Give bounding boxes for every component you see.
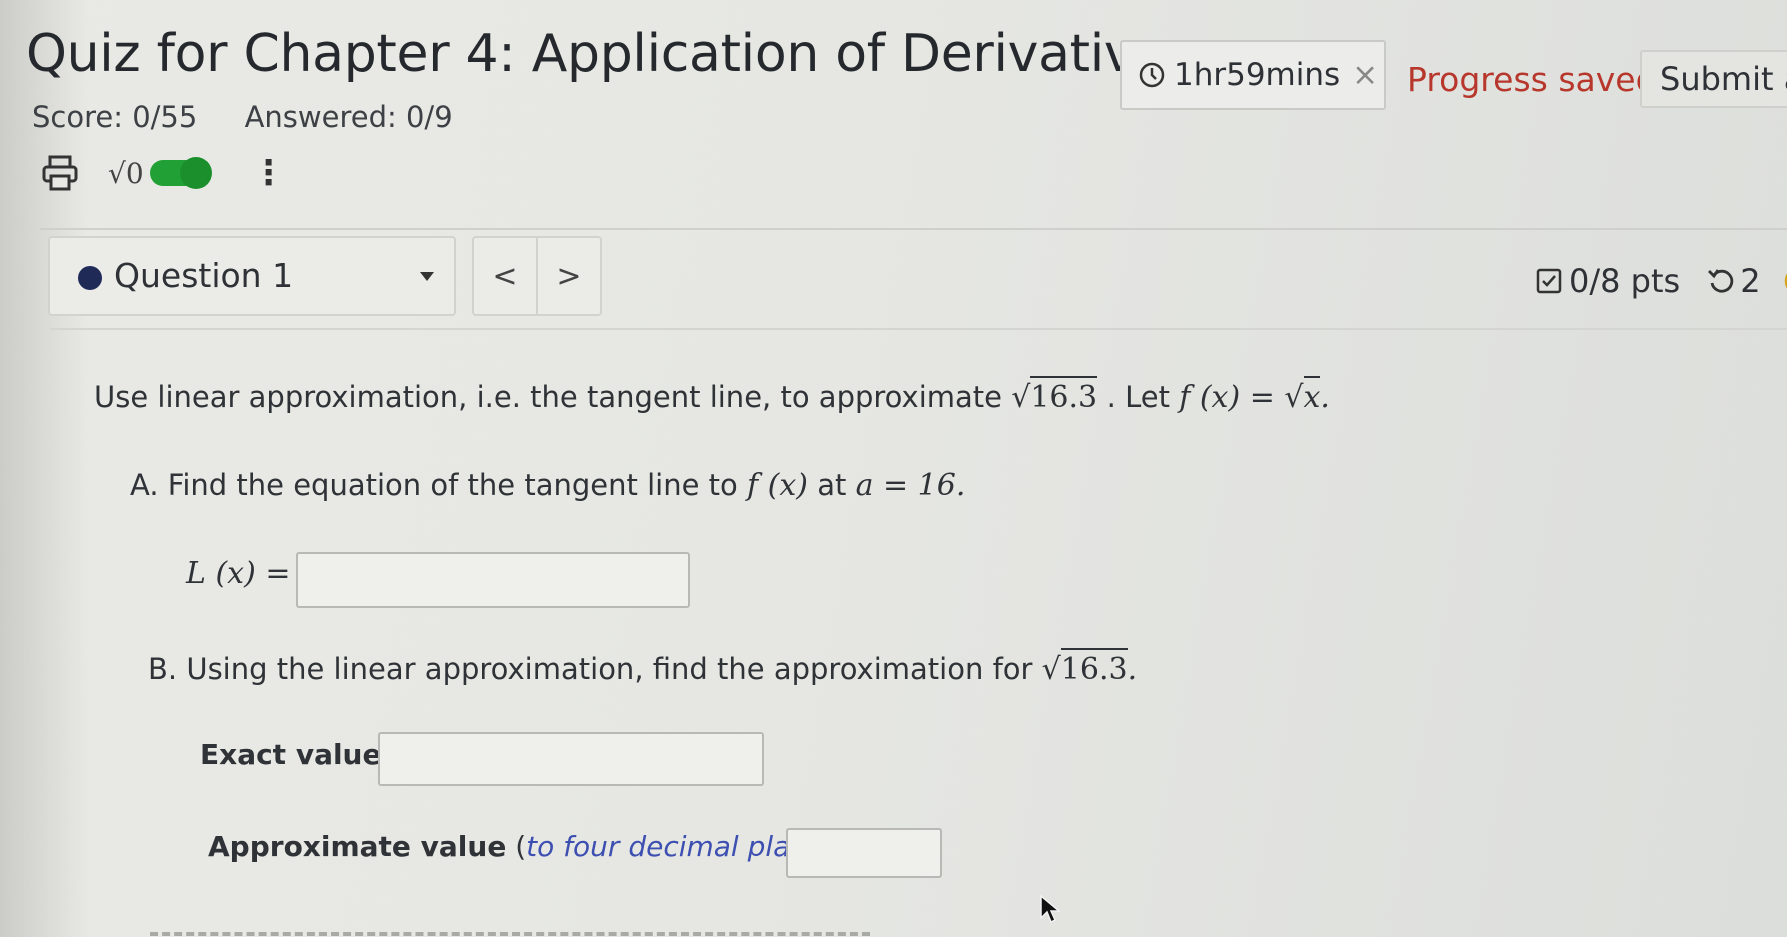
part-a-text: A. Find the equation of the tangent line… bbox=[130, 468, 965, 503]
approximate-value-input[interactable] bbox=[786, 828, 942, 878]
lx-label: L (x) = bbox=[186, 556, 290, 591]
question-nav-buttons: < > bbox=[472, 236, 602, 316]
part-b-description: Using the linear approximation, find the… bbox=[186, 652, 1033, 686]
clock-icon bbox=[1139, 62, 1165, 88]
submit-button[interactable]: Submit a bbox=[1640, 50, 1787, 108]
chevron-down-icon bbox=[420, 272, 434, 281]
math-mode-toggle[interactable]: √0 bbox=[108, 156, 212, 190]
cursor-icon bbox=[1040, 894, 1062, 924]
toggle-switch[interactable] bbox=[149, 157, 212, 189]
retries-count: 2 bbox=[1740, 262, 1761, 300]
page-title: Quiz for Chapter 4: Application of Deriv… bbox=[26, 24, 1193, 84]
approx-note-open: ( bbox=[506, 830, 527, 863]
approximate-value-label: Approximate value (to four decimal place… bbox=[208, 830, 858, 863]
part-b-end: . bbox=[1127, 652, 1138, 687]
sqrt-expression: √16.3 bbox=[1011, 376, 1106, 415]
question-status-dot bbox=[78, 266, 102, 290]
next-question-button[interactable]: > bbox=[536, 238, 600, 314]
progress-status: Progress saved bbox=[1407, 60, 1657, 99]
question-selector[interactable]: Question 1 bbox=[48, 236, 456, 316]
prompt-let: . Let bbox=[1106, 380, 1170, 414]
printer-icon[interactable] bbox=[40, 153, 80, 193]
part-a-point: a = 16. bbox=[855, 468, 966, 503]
approximate-value-title: Approximate value bbox=[208, 830, 507, 863]
question-points: 0/8 pts 2 bbox=[1535, 262, 1787, 300]
sqrt-icon: √0 bbox=[108, 156, 144, 190]
part-a-description: Find the equation of the tangent line to bbox=[167, 468, 738, 502]
divider bbox=[50, 328, 1787, 330]
exact-value-label: Exact value: bbox=[200, 738, 393, 771]
divider bbox=[40, 228, 1787, 230]
toggle-knob bbox=[179, 157, 212, 189]
lx-text: L (x) = bbox=[186, 556, 291, 591]
previous-question-button[interactable]: < bbox=[474, 238, 536, 314]
check-square-icon bbox=[1536, 268, 1562, 294]
part-a-prefix: A. bbox=[130, 468, 159, 502]
retry-icon[interactable] bbox=[1706, 266, 1736, 296]
score-row: Score: 0/55 Answered: 0/9 bbox=[32, 100, 491, 134]
more-options-icon[interactable]: ⋮ bbox=[252, 156, 286, 190]
function-definition: f (x) = √x bbox=[1179, 376, 1321, 415]
info-icon[interactable] bbox=[1783, 265, 1787, 297]
close-icon[interactable]: × bbox=[1352, 57, 1378, 93]
answered-text: Answered: 0/9 bbox=[244, 100, 453, 134]
radicand: 16.3 bbox=[1060, 648, 1128, 687]
part-b-prefix: B. bbox=[148, 652, 178, 686]
sqrt-expression: √16.3 bbox=[1042, 648, 1128, 687]
tangent-line-input[interactable] bbox=[296, 552, 690, 608]
part-a-function: f (x) bbox=[747, 468, 808, 503]
toolbar: √0 ⋮ bbox=[40, 148, 286, 198]
screen-shading bbox=[0, 0, 90, 937]
radicand: x bbox=[1303, 376, 1321, 415]
score-text: Score: 0/55 bbox=[32, 100, 198, 134]
next-question-hint bbox=[150, 932, 870, 936]
prompt-text: Use linear approximation, i.e. the tange… bbox=[94, 380, 1002, 414]
prompt-end: . bbox=[1320, 380, 1330, 415]
question-selector-label: Question 1 bbox=[114, 256, 294, 295]
timer[interactable]: 1hr59mins × bbox=[1120, 40, 1386, 110]
part-b-text: B. Using the linear approximation, find … bbox=[148, 648, 1138, 687]
points-text: 0/8 pts bbox=[1569, 262, 1681, 300]
timer-text: 1hr59mins bbox=[1174, 57, 1341, 93]
function-lhs: f (x) = bbox=[1179, 380, 1285, 415]
part-a-at: at bbox=[817, 468, 847, 502]
radicand: 16.3 bbox=[1030, 376, 1098, 415]
question-prompt: Use linear approximation, i.e. the tange… bbox=[94, 376, 1330, 415]
exact-value-input[interactable] bbox=[378, 732, 764, 786]
